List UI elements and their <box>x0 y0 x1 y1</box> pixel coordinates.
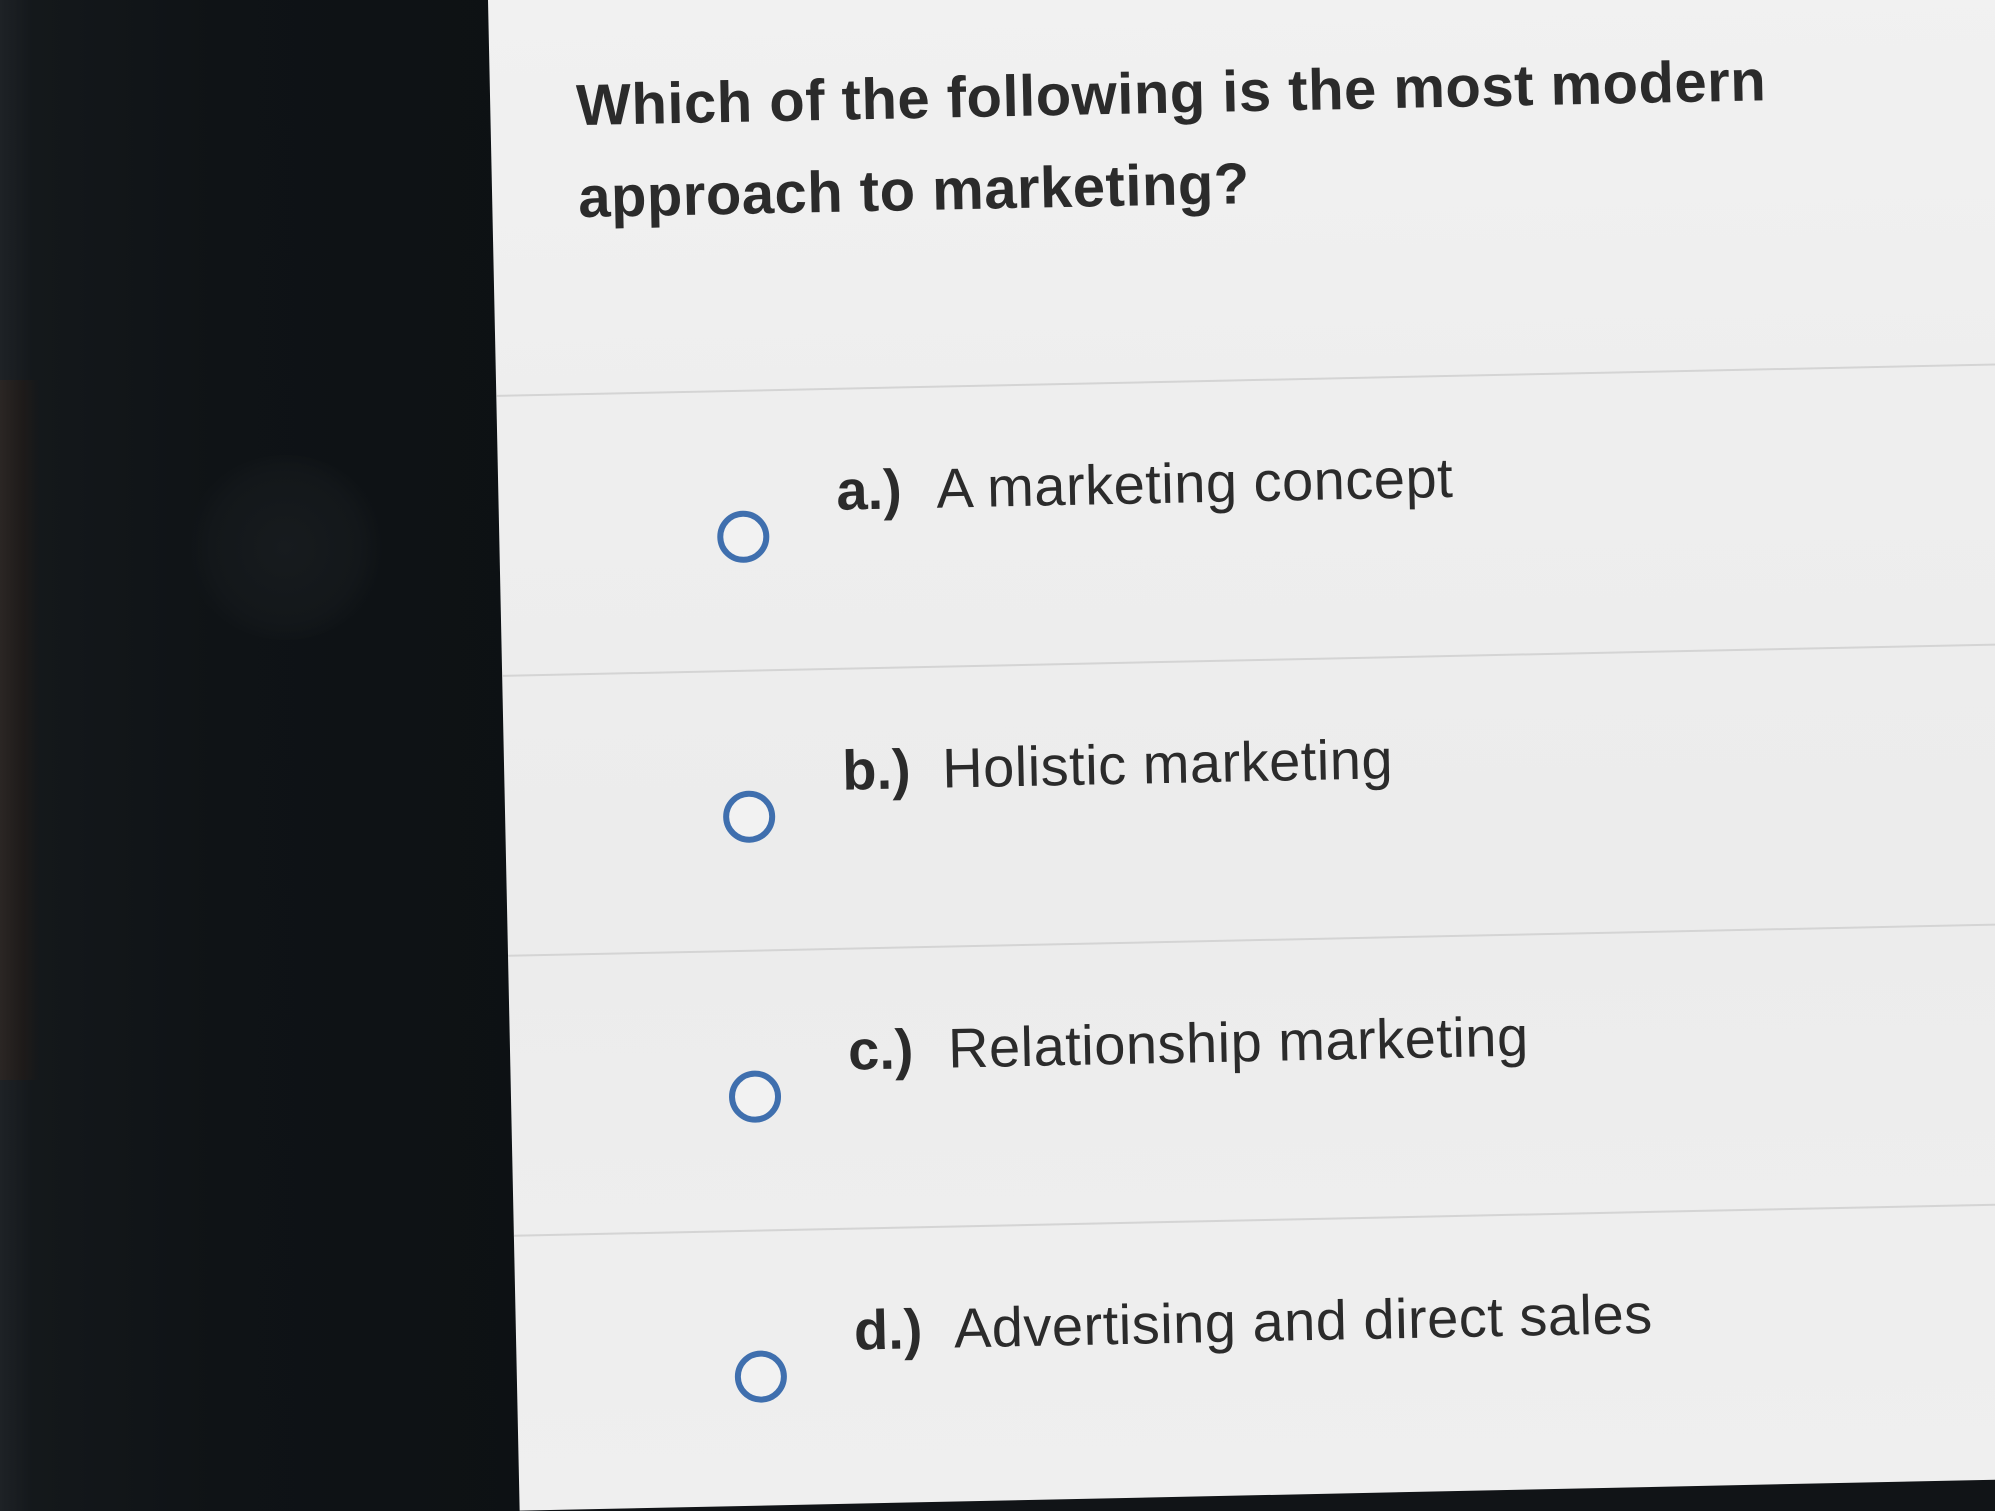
option-letter: b.) <box>841 737 912 802</box>
option-letter: c.) <box>847 1017 915 1082</box>
photo-stage: Which of the following is the most moder… <box>0 0 1995 1511</box>
bezel-edge <box>0 380 40 1080</box>
option-label: Advertising and direct sales <box>953 1281 1654 1360</box>
option-label: Relationship marketing <box>947 1004 1530 1080</box>
option-c[interactable]: c.) Relationship marketing <box>508 922 1995 1237</box>
question-text: Which of the following is the most moder… <box>575 48 1767 231</box>
option-b[interactable]: b.) Holistic marketing <box>502 642 1995 957</box>
option-a[interactable]: a.) A marketing concept <box>496 362 1995 677</box>
webcam-icon <box>185 455 385 640</box>
option-letter: d.) <box>853 1297 924 1362</box>
option-letter: a.) <box>835 457 903 522</box>
option-label: Holistic marketing <box>941 727 1394 800</box>
radio-button-c[interactable] <box>728 1070 782 1124</box>
radio-button-b[interactable] <box>722 790 776 844</box>
monitor-bezel <box>0 0 540 1511</box>
option-d[interactable]: d.) Advertising and direct sales <box>513 1202 1995 1511</box>
quiz-screen: Which of the following is the most moder… <box>488 0 1995 1511</box>
radio-button-d[interactable] <box>734 1350 788 1404</box>
radio-button-a[interactable] <box>716 510 770 564</box>
option-label: A marketing concept <box>935 445 1454 520</box>
